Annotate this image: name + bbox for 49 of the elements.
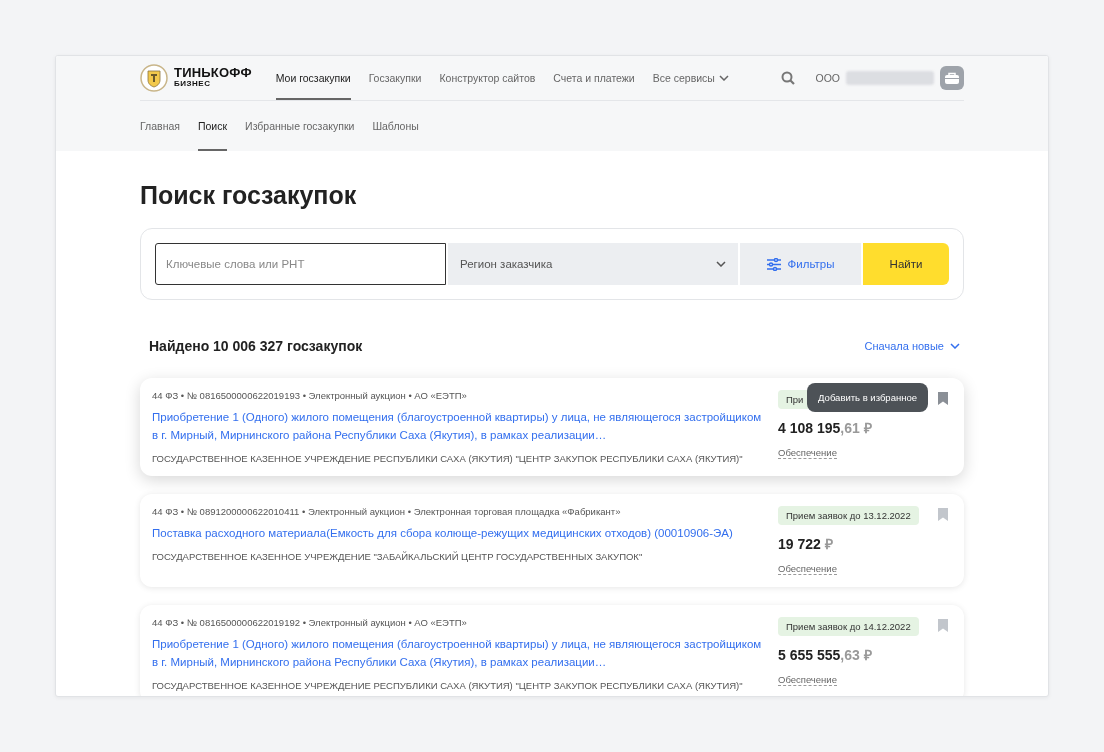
subnav-tab[interactable]: Избранные госзакупки [245,101,355,151]
bookmark-icon[interactable] [938,619,948,632]
bookmark-icon[interactable] [938,392,948,405]
guarantee-link[interactable]: Обеспечение [778,674,837,686]
price-amount: 19 722 [778,536,821,552]
nav-tab[interactable]: Счета и платежи [553,56,635,100]
subnav-tab[interactable]: Шаблоны [372,101,419,151]
filters-button[interactable]: Фильтры [740,243,861,285]
tender-meta: 44 ФЗ • № 0816500000622019192 • Электронный аукцион • АО «ЕЭТП» [152,617,468,628]
tender-title-link[interactable]: Приобретение 1 (Одного) жилого помещения (благоустроенной квартиры) у лица, не являющегося застройщиком в г. Мирный, Мирнинского района Республики Саха (Якутия), в рамках реализации… [152,635,762,671]
nav-tab[interactable]: Госзакупки [368,56,422,100]
tender-title-link[interactable]: Приобретение 1 (Одного) жилого помещения (благоустроенной квартиры) у лица, не являющегося застройщиком в г. Мирный, Мирнинского района Республики Саха (Якутия), в рамках реализации… [152,408,762,444]
price-amount: 4 108 195 [778,420,841,436]
guarantee-link[interactable]: Обеспечение [778,563,837,575]
find-button[interactable]: Найти [863,243,949,285]
sort-link[interactable]: Сначала новые [864,340,960,352]
region-select[interactable]: Регион заказчика [448,243,738,285]
search-icon[interactable] [781,71,796,85]
price-amount: 5 655 555 [778,647,841,663]
status-badge: Прием заявок до 14.12.2022 [778,617,919,636]
chevron-down-icon [716,261,726,267]
logo-subtitle: БИЗНЕС [174,78,212,89]
price-fraction: ,61 ₽ [840,419,872,437]
account-avatar[interactable] [940,66,964,90]
subnav-tab[interactable]: Главная [140,101,180,151]
tender-meta: 44 ФЗ • № 0816500000622019193 • Электронный аукцион • АО «ЕЭТП» [152,390,468,401]
tender-meta: 44 ФЗ • № 0891200000622010411 • Электронный аукцион • Электронная торговая площадка «Фабрикант» [152,506,622,517]
company-prefix: ООО [815,72,840,84]
price-fraction: ₽ [824,535,833,553]
customer-name: ГОСУДАРСТВЕННОЕ КАЗЕННОЕ УЧРЕЖДЕНИЕ "ЗАБАЙКАЛЬСКИЙ ЦЕНТР ГОСУДАРСТВЕННЫХ ЗАКУПОК" [152,551,644,562]
page-title: Поиск госзакупок [140,181,358,210]
customer-name: ГОСУДАРСТВЕННОЕ КАЗЕННОЕ УЧРЕЖДЕНИЕ РЕСПУБЛИКИ САХА (ЯКУТИЯ) "ЦЕНТР ЗАКУПОК РЕСПУБЛИКИ САХА (ЯКУТИЯ)" [152,453,744,464]
results-count: Найдено 10 006 327 госзакупок [149,338,363,354]
subnav-tab[interactable]: Поиск [197,101,228,151]
bookmark-icon[interactable] [938,508,948,521]
price-fraction: ,63 ₽ [840,646,872,664]
logo-icon[interactable] [140,64,168,92]
nav-tab[interactable]: Все сервисы [652,56,729,100]
tooltip: Добавить в избранное [807,383,928,412]
chevron-down-icon [950,343,960,349]
sliders-icon [766,257,781,271]
nav-tab[interactable]: Конструктор сайтов [439,56,536,100]
status-badge: Прием заявок до 13.12.2022 [778,506,919,525]
customer-name: ГОСУДАРСТВЕННОЕ КАЗЕННОЕ УЧРЕЖДЕНИЕ РЕСПУБЛИКИ САХА (ЯКУТИЯ) "ЦЕНТР ЗАКУПОК РЕСПУБЛИКИ САХА (ЯКУТИЯ)" [152,680,744,691]
nav-tab[interactable]: Мои госзакупки [275,56,351,100]
keywords-field[interactable]: Ключевые слова или РНТ [155,243,446,285]
tender-title-link[interactable]: Поставка расходного материала(Емкость для сбора колюще-режущих медицинских отходов) (00010906-ЭА) [152,524,762,542]
logo-name: ТИНЬКОФФ [174,67,252,78]
guarantee-link[interactable]: Обеспечение [778,447,837,459]
